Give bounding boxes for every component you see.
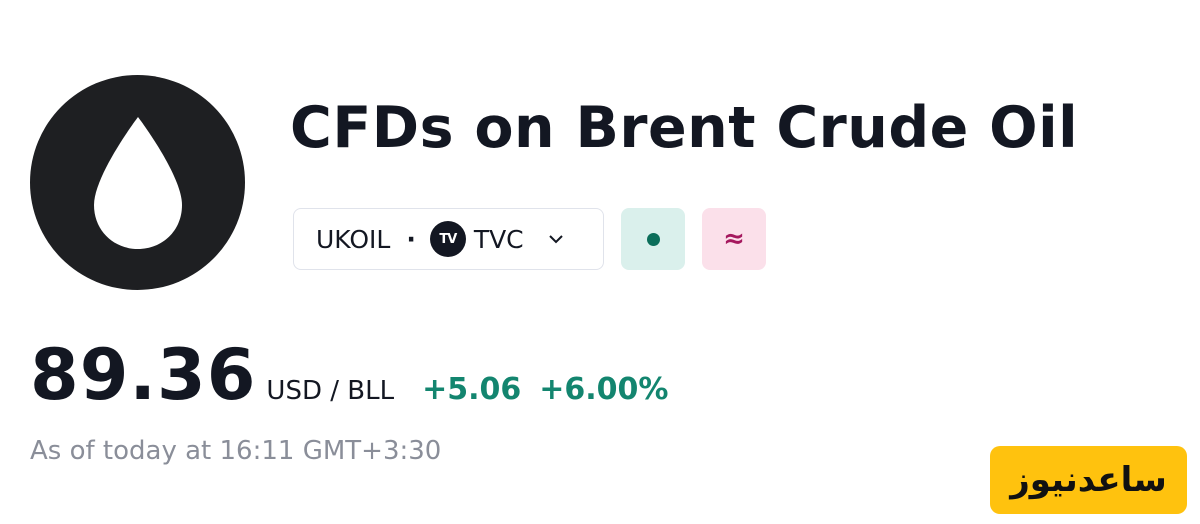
watermark-logo: ساعدنیوز — [990, 446, 1187, 514]
exchange-logo-icon: TV — [429, 221, 466, 257]
exchange-label: TVC — [473, 224, 524, 254]
timestamp: As of today at 16:11 GMT+3:30 — [30, 436, 442, 466]
price-change: +5.06 — [422, 372, 522, 407]
page-title: CFDs on Brent Crude Oil — [290, 95, 1079, 161]
oil-drop-icon — [93, 116, 182, 249]
dot-icon — [646, 232, 660, 246]
market-open-button[interactable] — [621, 208, 685, 270]
chevron-down-icon — [548, 234, 564, 244]
ticker-label: UKOIL — [316, 224, 391, 254]
last-price: 89.36 — [30, 334, 257, 416]
symbol-selector[interactable]: UKOIL · TV TVC — [293, 208, 604, 270]
watermark-text: ساعدنیوز — [1010, 460, 1167, 500]
delayed-data-button[interactable]: ≈ — [702, 208, 766, 270]
quote-row: 89.36 USD / BLL +5.06 +6.00% — [30, 340, 668, 420]
price-unit: USD / BLL — [266, 376, 395, 406]
approx-icon: ≈ — [723, 224, 745, 254]
price-change-percent: +6.00% — [539, 372, 669, 407]
symbol-logo — [30, 75, 245, 290]
separator-dot: · — [406, 224, 416, 254]
